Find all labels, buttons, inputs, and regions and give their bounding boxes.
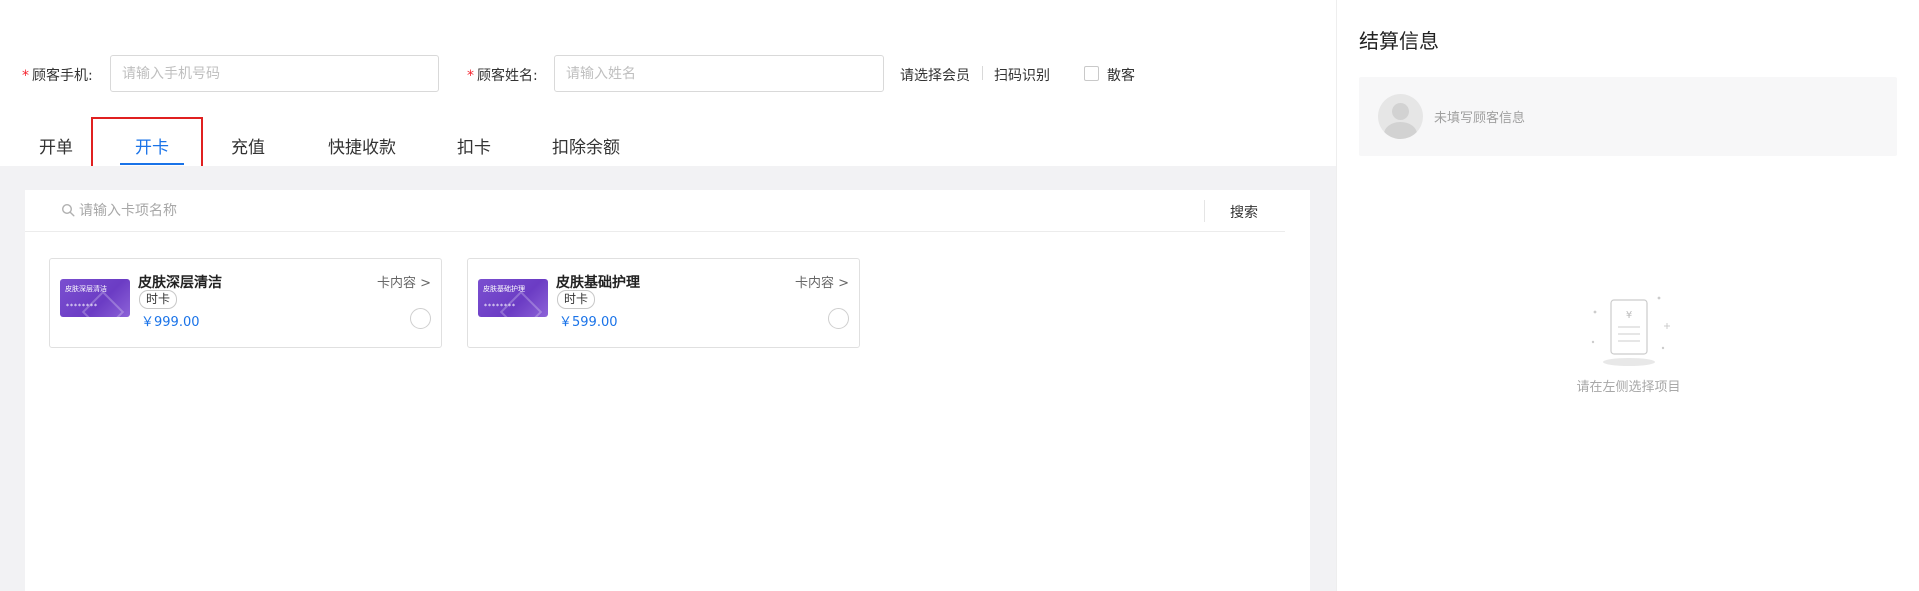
customer-placeholder: 未填写顾客信息: [1434, 111, 1526, 126]
card-item[interactable]: 皮肤深层清洁 ******** 皮肤深层清洁 时卡 ￥999.00 卡内容 >: [49, 258, 442, 348]
thumbnail-decoration: [499, 290, 543, 317]
walkin-label[interactable]: 散客: [1107, 65, 1135, 85]
empty-receipt-icon: ¥: [1591, 296, 1670, 366]
card-content-link[interactable]: 卡内容 >: [377, 272, 431, 291]
card-select-radio[interactable]: [828, 308, 849, 329]
search-divider: [1204, 200, 1205, 222]
tab-recharge[interactable]: 充值: [231, 133, 265, 158]
required-mark: *: [467, 68, 474, 84]
required-mark: *: [22, 68, 29, 84]
empty-state-text: 请在左侧选择项目: [1576, 380, 1681, 395]
tab-order[interactable]: 开单: [39, 133, 73, 158]
card-price: ￥599.00: [559, 315, 618, 330]
phone-label-text: 顾客手机:: [32, 68, 93, 84]
walkin-checkbox[interactable]: [1084, 66, 1099, 81]
card-title: 皮肤深层清洁: [138, 275, 222, 291]
chevron-right-icon: >: [838, 276, 849, 291]
card-type-tag: 时卡: [557, 290, 596, 309]
tab-deduct-balance[interactable]: 扣除余额: [552, 133, 620, 158]
search-icon: [61, 203, 75, 217]
svg-text:¥: ¥: [1626, 310, 1632, 321]
card-list-panel: 搜索 皮肤深层清洁 ******** 皮肤深层清洁 时卡 ￥999.00 卡内容…: [25, 190, 1310, 591]
avatar-head: [1392, 103, 1409, 120]
name-input[interactable]: [554, 55, 884, 92]
name-label-text: 顾客姓名:: [477, 68, 538, 84]
avatar: [1378, 94, 1423, 139]
select-member-link[interactable]: 请选择会员: [900, 65, 970, 85]
avatar-body: [1384, 122, 1417, 139]
thumbnail-decoration: [81, 290, 125, 317]
name-label: * 顾客姓名:: [467, 65, 538, 85]
card-content-link-label: 卡内容: [794, 276, 834, 291]
settlement-title: 结算信息: [1359, 29, 1439, 53]
customer-info-box: 未填写顾客信息: [1359, 77, 1897, 156]
phone-input[interactable]: [110, 55, 439, 92]
phone-label: * 顾客手机:: [22, 65, 93, 85]
settlement-panel: 结算信息 未填写顾客信息 ¥ 请在左侧选择项目: [1336, 0, 1919, 591]
card-search-input[interactable]: [79, 196, 1179, 226]
chevron-right-icon: >: [420, 276, 431, 291]
card-item[interactable]: 皮肤基础护理 ******** 皮肤基础护理 时卡 ￥599.00 卡内容 >: [467, 258, 860, 348]
card-price: ￥999.00: [141, 315, 200, 330]
card-thumbnail: 皮肤基础护理 ********: [478, 279, 548, 317]
order-panel: *顾客手机: *顾客姓名: 请选择会员 扫码识别 散客 开单 开卡 充值 快捷收…: [0, 0, 1336, 591]
search-bar: 搜索: [25, 190, 1285, 232]
tab-deduct-card[interactable]: 扣卡: [457, 133, 491, 158]
card-content-link-label: 卡内容: [376, 276, 416, 291]
card-thumbnail: 皮肤深层清洁 ********: [60, 279, 130, 317]
search-button[interactable]: 搜索: [1230, 202, 1258, 222]
customer-form: *顾客手机: *顾客姓名: 请选择会员 扫码识别 散客: [0, 55, 1336, 92]
link-divider: [982, 66, 983, 80]
scan-recognize-link[interactable]: 扫码识别: [994, 65, 1050, 85]
card-select-radio[interactable]: [410, 308, 431, 329]
card-type-tag: 时卡: [139, 290, 178, 309]
card-content-link[interactable]: 卡内容 >: [795, 272, 849, 291]
tab-quick-payment[interactable]: 快捷收款: [328, 133, 396, 158]
card-title: 皮肤基础护理: [556, 275, 640, 291]
